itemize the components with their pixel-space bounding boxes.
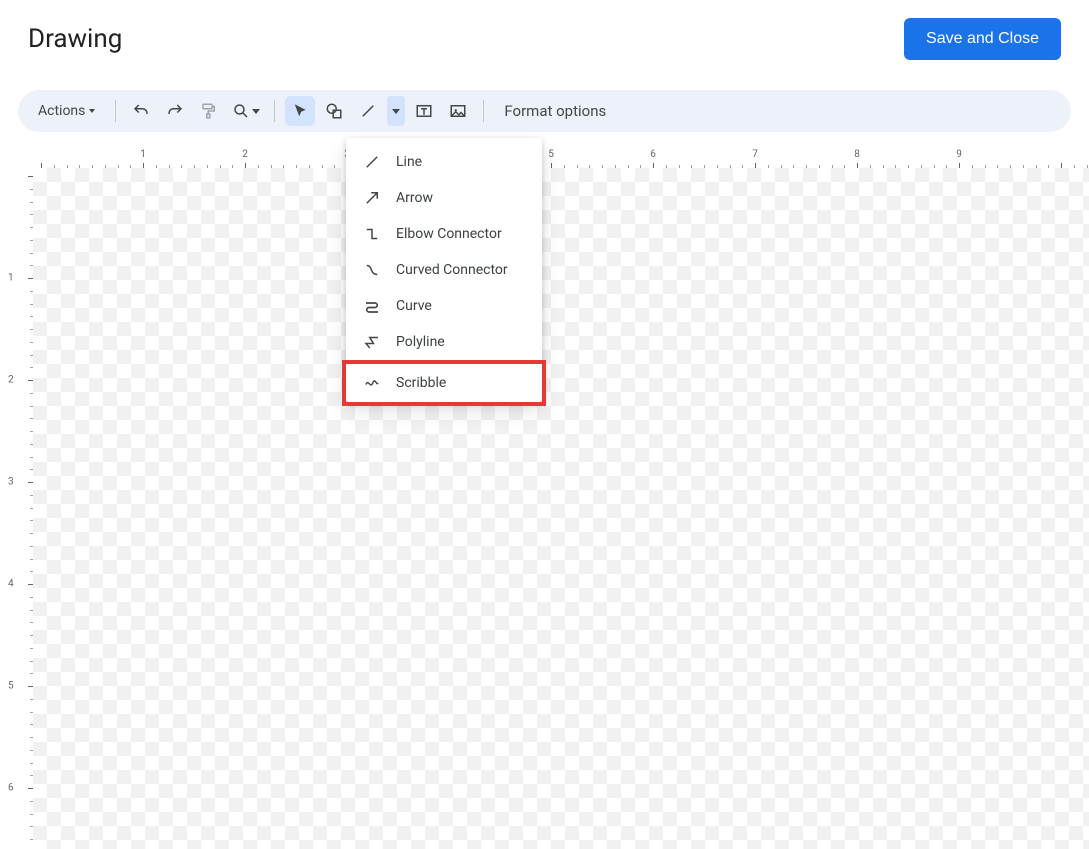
poly-icon <box>362 333 382 351</box>
ruler-v-label: 6 <box>8 783 14 794</box>
ruler-h-label: 9 <box>956 149 962 160</box>
chevron-down-icon <box>89 109 95 113</box>
menu-item-label: Arrow <box>396 190 433 206</box>
line-tool-dropdown-button[interactable] <box>387 96 405 126</box>
undo-button[interactable] <box>126 96 156 126</box>
ruler-h-label: 5 <box>548 149 554 160</box>
menu-item-label: Scribble <box>396 375 446 391</box>
zoom-icon <box>232 102 250 120</box>
chevron-down-icon <box>252 109 260 114</box>
textbox-icon <box>415 102 433 120</box>
paint-format-icon <box>200 102 218 120</box>
ruler-h-label: 1 <box>140 149 146 160</box>
menu-item-label: Polyline <box>396 334 445 350</box>
menu-item-arrow[interactable]: Arrow <box>346 180 542 216</box>
select-tool-button[interactable] <box>285 96 315 126</box>
ruler-h-label: 6 <box>650 149 656 160</box>
actions-menu-button[interactable]: Actions <box>28 96 105 126</box>
line-dropdown-menu: Line Arrow Elbow Connector Curved Connector… <box>346 138 542 402</box>
shapes-icon <box>324 102 344 120</box>
cursor-icon <box>291 102 309 120</box>
ruler-v-label: 1 <box>8 273 14 284</box>
menu-item-line[interactable]: Line <box>346 144 542 180</box>
curved-icon <box>362 261 382 279</box>
ruler-v-label: 2 <box>8 375 14 386</box>
ruler-v-label: 5 <box>8 681 14 692</box>
canvas-area: 123456789 123456 <box>0 150 1089 849</box>
chevron-down-icon <box>392 109 400 114</box>
arrow-icon <box>362 189 382 207</box>
save-and-close-button[interactable]: Save and Close <box>904 18 1061 60</box>
paint-format-button <box>194 96 224 126</box>
ruler-vertical: 123456 <box>15 168 33 849</box>
menu-item-poly[interactable]: Polyline <box>346 324 542 360</box>
ruler-horizontal: 123456789 <box>33 150 1089 168</box>
separator <box>115 100 116 122</box>
ruler-h-label: 7 <box>752 149 758 160</box>
separator <box>274 100 275 122</box>
menu-item-label: Elbow Connector <box>396 226 502 242</box>
zoom-button[interactable] <box>228 96 264 126</box>
curve-icon <box>362 297 382 315</box>
separator <box>483 100 484 122</box>
undo-icon <box>132 102 150 120</box>
menu-item-label: Line <box>396 154 422 170</box>
drawing-canvas[interactable] <box>33 168 1089 849</box>
drawing-toolbar: Actions <box>18 90 1071 132</box>
redo-button[interactable] <box>160 96 190 126</box>
menu-item-elbow[interactable]: Elbow Connector <box>346 216 542 252</box>
line-tool-button[interactable] <box>353 96 383 126</box>
actions-label: Actions <box>38 103 85 119</box>
image-tool-button[interactable] <box>443 96 473 126</box>
ruler-v-label: 4 <box>8 579 14 590</box>
image-icon <box>449 102 467 120</box>
redo-icon <box>166 102 184 120</box>
elbow-icon <box>362 225 382 243</box>
dialog-title: Drawing <box>28 24 122 54</box>
format-options-button[interactable]: Format options <box>494 96 616 126</box>
menu-item-curved[interactable]: Curved Connector <box>346 252 542 288</box>
ruler-v-label: 3 <box>8 477 14 488</box>
menu-item-curve[interactable]: Curve <box>346 288 542 324</box>
ruler-h-label: 8 <box>854 149 860 160</box>
line-icon <box>362 153 382 171</box>
ruler-h-label: 2 <box>242 149 248 160</box>
menu-item-label: Curved Connector <box>396 262 508 278</box>
textbox-tool-button[interactable] <box>409 96 439 126</box>
shape-tool-button[interactable] <box>319 96 349 126</box>
menu-item-label: Curve <box>396 298 432 314</box>
scrib-icon <box>362 374 382 392</box>
menu-item-scrib[interactable]: Scribble <box>342 360 546 406</box>
line-icon <box>359 102 377 120</box>
